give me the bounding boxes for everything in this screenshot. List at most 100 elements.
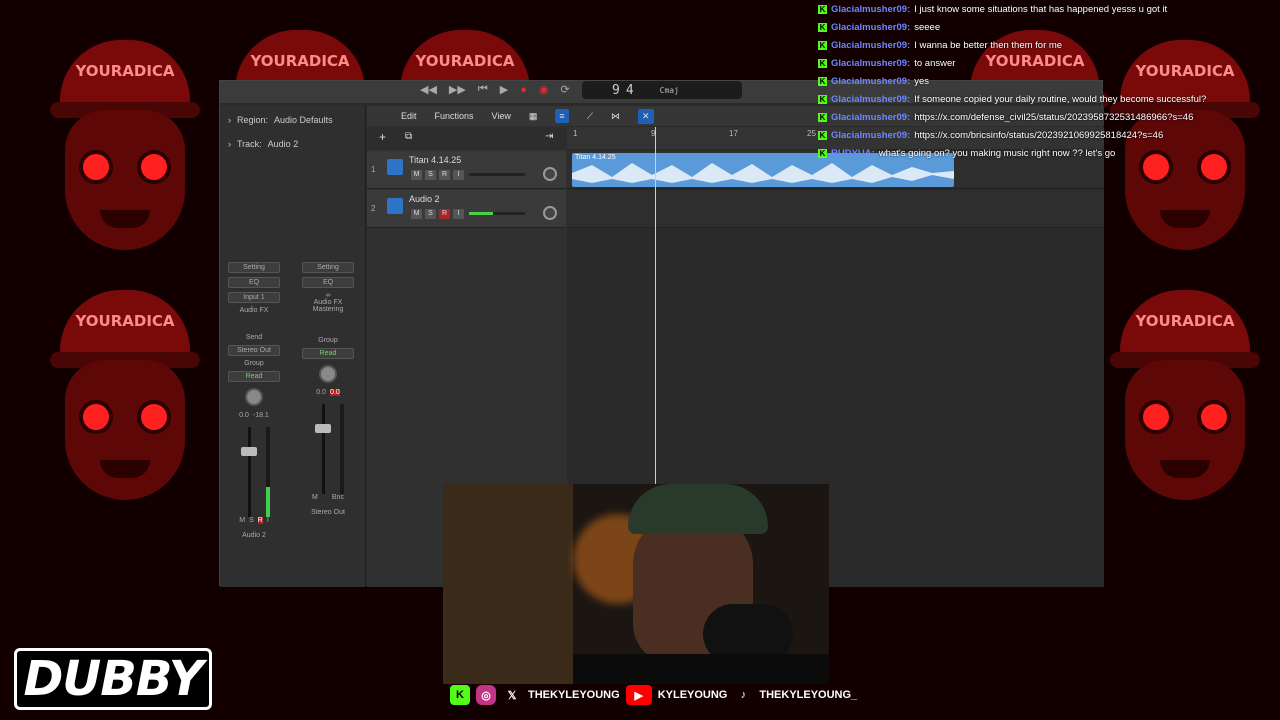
audio-fx-slot[interactable]: Audio FX (298, 299, 358, 306)
solo-button[interactable]: S (249, 517, 254, 524)
track-row[interactable]: 2 Audio 2 M S R I (367, 190, 566, 228)
kick-badge-icon: K (818, 22, 827, 32)
volume-slider[interactable] (469, 173, 525, 176)
record-icon[interactable]: ● (520, 84, 527, 96)
collapse-icon[interactable]: ⇥ (545, 131, 553, 142)
tiktok-handle: THEKYLEYOUNG_ (759, 689, 858, 701)
track-options-icon[interactable]: ⧉ (405, 131, 412, 142)
chevron-right-icon: › (228, 115, 231, 125)
solo-button[interactable]: S (425, 209, 436, 219)
input-monitor-button[interactable]: I (267, 517, 269, 524)
setting-button[interactable]: Setting (302, 262, 354, 273)
chevron-right-icon: › (228, 139, 231, 149)
track-number: 1 (371, 165, 376, 174)
chat-username: Glacialmusher09: (831, 93, 911, 105)
volume-fader[interactable] (224, 427, 284, 517)
record-enable-button[interactable]: R (257, 517, 263, 524)
view-menu[interactable]: View (492, 111, 511, 121)
tiktok-icon: ♪ (740, 689, 747, 701)
edit-menu[interactable]: Edit (401, 111, 417, 121)
fader-cap[interactable] (241, 447, 257, 456)
grid-icon[interactable]: ▦ (529, 111, 538, 122)
automation-read-button[interactable]: Read (302, 348, 354, 359)
chat-username: Glacialmusher09: (831, 57, 911, 69)
mute-button[interactable]: M (411, 209, 422, 219)
track-prefix: Track: (237, 139, 262, 149)
track-name[interactable]: Audio 2 (409, 194, 440, 204)
group-slot[interactable]: Group (298, 337, 358, 344)
record-enable-button[interactable]: R (439, 209, 450, 219)
send-slot[interactable]: Send (224, 334, 284, 341)
kick-badge-icon: K (818, 76, 827, 86)
solo-button[interactable]: S (425, 170, 436, 180)
social-links: K ◎ 𝕏 THEKYLEYOUNG ▶ KYLEYOUNG ♪ THEKYLE… (450, 684, 857, 706)
pan-knob[interactable] (543, 167, 557, 181)
volume-readout: 0.0 (316, 389, 326, 396)
input-monitor-button[interactable]: I (453, 170, 464, 180)
track-name[interactable]: Titan 4.14.25 (409, 155, 461, 165)
track-inspector-header[interactable]: › Track: Audio 2 (220, 135, 365, 153)
youtube-icon: ▶ (625, 685, 652, 705)
pan-knob[interactable] (543, 206, 557, 220)
automation-icon[interactable]: ⟋ (587, 111, 593, 122)
chat-message: K Glacialmusher09: https://x.com/bricsinfo… (818, 126, 1280, 144)
peak-readout: 0.0 (330, 389, 340, 396)
track-lane[interactable] (567, 190, 1104, 228)
eq-slot[interactable]: EQ (228, 277, 280, 288)
chat-username: Glacialmusher09: (831, 111, 911, 123)
mascot-art: YOURADICA (40, 40, 210, 260)
lcd-beat: 4 (625, 82, 634, 98)
automation-read-button[interactable]: Read (228, 371, 280, 382)
chat-message: K Glacialmusher09: to answer (818, 54, 1280, 72)
functions-menu[interactable]: Functions (435, 111, 474, 121)
bounce-button[interactable]: Bnc (332, 494, 344, 501)
mascot-art: YOURADICA (40, 290, 210, 510)
lcd-display[interactable]: 9 4 Cmaj (582, 81, 742, 99)
add-track-icon[interactable]: + (379, 130, 386, 144)
chat-text: https://x.com/bricsinfo/status/202392106… (914, 129, 1164, 141)
fader-cap[interactable] (315, 424, 331, 433)
fast-forward-icon[interactable]: ▶▶ (449, 83, 466, 96)
ruler-mark: 17 (729, 129, 738, 138)
link-icon[interactable]: ∞ (298, 292, 358, 299)
chat-username: Glacialmusher09: (831, 21, 911, 33)
track-name: Audio 2 (267, 139, 299, 149)
input-monitor-button[interactable]: I (453, 209, 464, 219)
audio-fx-slot[interactable]: Audio FX (224, 307, 284, 314)
strip-name: Audio 2 (242, 532, 266, 539)
track-row[interactable]: 1 Titan 4.14.25 M S R I (367, 151, 566, 189)
cycle-icon[interactable]: ⟳ (560, 83, 569, 96)
play-icon[interactable]: ▶ (500, 83, 508, 96)
setting-button[interactable]: Setting (228, 262, 280, 273)
mastering-slot[interactable]: Mastering (298, 306, 358, 313)
mute-button[interactable]: M (239, 517, 245, 524)
region-inspector-header[interactable]: › Region: Audio Defaults (220, 111, 365, 129)
pan-knob[interactable] (319, 365, 337, 383)
peak-readout: -18.1 (252, 412, 269, 419)
volume-slider[interactable] (469, 212, 525, 215)
eq-slot[interactable]: EQ (302, 277, 354, 288)
chat-username: RUDYUA: (831, 147, 875, 159)
go-to-start-icon[interactable]: ⏮ (478, 83, 488, 96)
kick-badge-icon: K (818, 4, 827, 14)
volume-fader[interactable] (298, 404, 358, 494)
input-slot[interactable]: Input 1 (228, 292, 280, 303)
rewind-icon[interactable]: ◀◀ (420, 83, 437, 96)
kick-icon: K (450, 685, 470, 705)
list-icon[interactable]: ≡ (555, 109, 569, 123)
chat-overlay: K Glacialmusher09: I just know some situat… (818, 0, 1280, 162)
webcam-feed (443, 484, 829, 684)
kick-badge-icon: K (818, 94, 827, 104)
chat-text: https://x.com/defense_civil25/status/202… (914, 111, 1194, 123)
mute-button[interactable]: M (312, 494, 318, 501)
flex-icon[interactable]: ⋈ (611, 111, 620, 122)
group-slot[interactable]: Group (224, 360, 284, 367)
mute-button[interactable]: M (411, 170, 422, 180)
pan-knob[interactable] (245, 388, 263, 406)
capture-record-icon[interactable]: ◉ (539, 83, 549, 96)
output-slot[interactable]: Stereo Out (228, 345, 280, 356)
kick-badge-icon: K (818, 130, 827, 140)
record-enable-button[interactable]: R (439, 170, 450, 180)
snap-icon[interactable]: ✕ (638, 108, 654, 124)
kick-badge-icon: K (818, 58, 827, 68)
